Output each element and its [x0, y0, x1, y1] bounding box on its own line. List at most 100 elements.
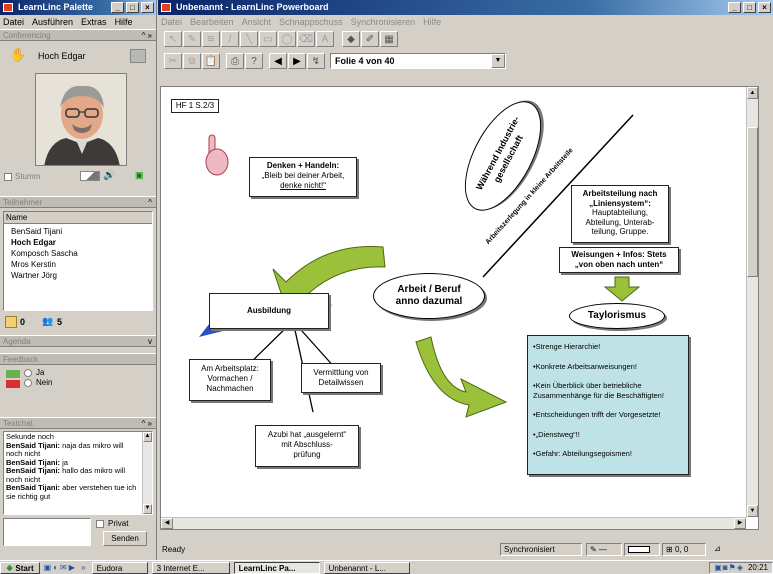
color-indicator[interactable]	[624, 543, 660, 556]
list-item: •„Dienstweg“!!	[533, 429, 580, 439]
menu-ausfuehren[interactable]: Ausführen	[32, 15, 73, 29]
cut-icon[interactable]: ✂	[164, 53, 182, 69]
arrow-line-tool-icon[interactable]: ╲	[240, 31, 258, 47]
line-tool-icon[interactable]: /	[221, 31, 239, 47]
line-width-indicator[interactable]: ✎ —	[586, 543, 622, 556]
quicklaunch-icons[interactable]: ▣◐✉▶ »	[44, 563, 88, 572]
volume-slider[interactable]	[80, 171, 100, 181]
arrow-down-icon	[603, 276, 641, 302]
close-button[interactable]: ×	[758, 2, 771, 13]
workplace-line-1: Am Arbeitsplatz:	[201, 364, 259, 373]
send-button[interactable]: Senden	[103, 531, 147, 546]
eraser-tool-icon[interactable]: ⌫	[297, 31, 315, 47]
next-slide-icon[interactable]: ▶	[288, 53, 306, 69]
hand-icon[interactable]: ✋	[10, 47, 26, 63]
menu-bearbeiten[interactable]: Bearbeiten	[190, 15, 234, 29]
feedback-no-color	[6, 380, 20, 388]
system-tray: ▣◙⚑◈ 20:21	[709, 561, 773, 574]
feedback-yes-radio[interactable]	[24, 369, 32, 377]
chevron-down-icon[interactable]: ▼	[491, 54, 505, 68]
print-icon[interactable]: ⎙	[226, 53, 244, 69]
palette-titlebar[interactable]: LearnLinc Palette _ □ ×	[0, 0, 156, 15]
rectangle-tool-icon[interactable]: ▭	[259, 31, 277, 47]
mute-checkbox[interactable]	[4, 173, 12, 181]
maximize-button[interactable]: □	[743, 2, 756, 13]
menu-datei[interactable]: Datei	[161, 15, 182, 29]
trainee-line-3: prüfung	[293, 450, 321, 459]
whiteboard-canvas[interactable]: HF 1 S.2/3 Denken + Handeln: „Bleib bei …	[160, 86, 759, 530]
ellipse-tool-icon[interactable]: ◯	[278, 31, 296, 47]
participant-item[interactable]: Mros Kerstin	[11, 259, 152, 270]
menu-ansicht[interactable]: Ansicht	[242, 15, 272, 29]
participant-item[interactable]: BenSaid Tijani	[11, 226, 152, 237]
grid-icon[interactable]: ▦	[380, 31, 398, 47]
menu-synchronisieren[interactable]: Synchronisieren	[351, 15, 416, 29]
participants-header[interactable]: Teilnehmer ^	[0, 196, 156, 208]
line-color-icon[interactable]: ✐	[361, 31, 379, 47]
orders-box: Weisungen + Infos: Stets „von oben nach …	[559, 247, 679, 273]
division-text-1: Hauptabteilung,	[591, 208, 649, 217]
pen-tool-icon[interactable]: ✎	[183, 31, 201, 47]
feedback-header[interactable]: Feedback	[0, 353, 156, 365]
taskbar-item[interactable]: 3 Internet E...	[151, 561, 230, 574]
division-box: Arbeitsteilung nach „Liniensystem“: Haup…	[571, 185, 669, 243]
maximize-button[interactable]: □	[126, 2, 139, 13]
collapse-icon[interactable]: ^ »	[142, 418, 152, 430]
canvas-horizontal-scrollbar[interactable]: ◀ ▶	[161, 517, 746, 529]
chat-input[interactable]	[3, 518, 91, 546]
menu-datei[interactable]: Datei	[3, 15, 24, 29]
taskbar-item[interactable]: Unbenannt - L...	[323, 561, 410, 574]
participants-footer: 0 👥 5	[0, 311, 156, 335]
minimize-button[interactable]: _	[728, 2, 741, 13]
presenter-video	[35, 73, 127, 166]
speaker-icon[interactable]: 🔊	[103, 170, 123, 182]
chat-message: BenSaid Tijani: naja das mikro will noch…	[6, 441, 140, 459]
participant-item[interactable]: Wartner Jörg	[11, 270, 152, 281]
expand-icon[interactable]: v	[148, 336, 152, 348]
agenda-header[interactable]: Agenda v	[0, 335, 156, 347]
canvas-vertical-scrollbar[interactable]: ▲ ▼	[746, 87, 758, 517]
list-item: •Gefahr: Abteilungsegoismen!	[533, 449, 632, 458]
textchat-header[interactable]: Textchat ^ »	[0, 417, 156, 429]
menu-schnappschuss[interactable]: Schnappschuss	[279, 15, 343, 29]
menu-hilfe[interactable]: Hilfe	[115, 15, 133, 29]
center-line-2: anno dazumal	[395, 296, 463, 307]
fill-color-icon[interactable]: ◆	[342, 31, 360, 47]
paste-icon[interactable]: 📋	[202, 53, 220, 69]
feedback-no-radio[interactable]	[24, 379, 32, 387]
text-tool-icon[interactable]: A	[316, 31, 334, 47]
taskbar-item[interactable]: LearnLinc Pa...	[233, 561, 320, 574]
go-to-slide-icon[interactable]: ↯	[307, 53, 325, 69]
conferencing-header[interactable]: Conferencing ^ »	[0, 29, 156, 41]
private-checkbox[interactable]	[96, 520, 104, 528]
clock: 20:21	[747, 563, 768, 572]
scroll-thumb[interactable]	[747, 127, 758, 277]
participant-item[interactable]: Hoch Edgar	[11, 237, 152, 248]
previous-slide-icon[interactable]: ◀	[269, 53, 287, 69]
resize-grip-icon[interactable]: ⊿	[714, 544, 726, 555]
camera-icon[interactable]: ▣	[135, 170, 149, 182]
copy-icon[interactable]: ⧉	[183, 53, 201, 69]
slide-select[interactable]: Folie 4 von 40 ▼	[330, 53, 506, 69]
menu-hilfe[interactable]: Hilfe	[423, 15, 441, 29]
minimize-button[interactable]: _	[111, 2, 124, 13]
chat-log[interactable]: Sekunde noch BenSaid Tijani: naja das mik…	[3, 431, 153, 515]
taskbar-item[interactable]: Eudora	[91, 561, 148, 574]
select-tool-icon[interactable]: ↖	[164, 31, 182, 47]
start-button[interactable]: ❖ Start	[0, 561, 40, 574]
help-icon[interactable]: ?	[245, 53, 263, 69]
chat-scrollbar[interactable]: ▲ ▼	[142, 432, 152, 514]
tray-icons[interactable]: ▣◙⚑◈	[714, 563, 744, 572]
highlighter-tool-icon[interactable]: ≋	[202, 31, 220, 47]
participants-column-header[interactable]: Name	[4, 212, 152, 224]
close-button[interactable]: ×	[141, 2, 154, 13]
collapse-icon[interactable]: ^	[148, 197, 152, 209]
division-title-2: „Liniensystem“:	[589, 198, 651, 208]
participant-item[interactable]: Komposch Sascha	[11, 248, 152, 259]
participants-list[interactable]: Name BenSaid Tijani Hoch Edgar Komposch Sa…	[3, 211, 153, 311]
powerboard-titlebar[interactable]: Unbenannt - LearnLinc Powerboard _ □ ×	[158, 0, 773, 15]
presenter-name: Hoch Edgar	[38, 51, 86, 61]
status-text: Ready	[162, 545, 186, 554]
menu-extras[interactable]: Extras	[81, 15, 107, 29]
workplace-line-3: Nachmachen	[206, 384, 254, 393]
